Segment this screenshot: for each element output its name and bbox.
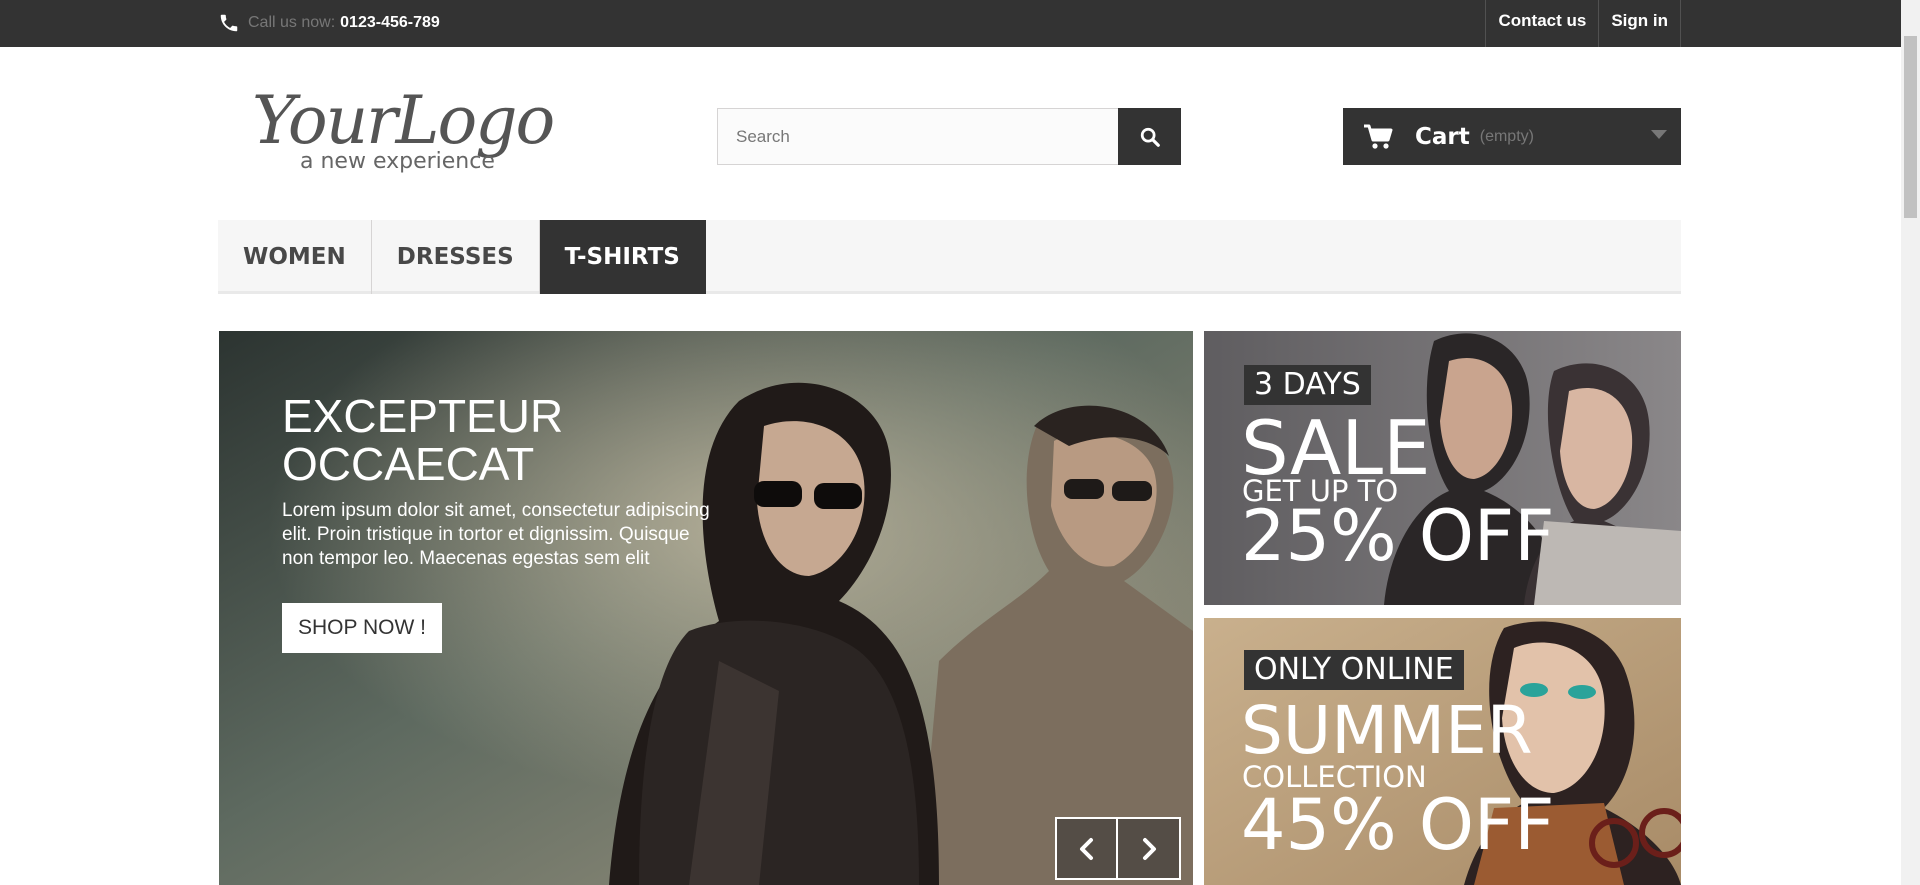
banner2-tag: ONLY ONLINE bbox=[1244, 650, 1464, 690]
chevron-left-icon bbox=[1079, 837, 1093, 860]
logo-image: YourLogo a new experience bbox=[252, 82, 555, 174]
menu-item-t-shirts[interactable]: T-SHIRTS bbox=[539, 220, 706, 294]
slider-prev-button[interactable] bbox=[1055, 817, 1118, 880]
phone-icon bbox=[220, 14, 238, 32]
hero-text: Lorem ipsum dolor sit amet, consectetur … bbox=[282, 500, 710, 570]
search-icon bbox=[1140, 127, 1160, 147]
chevron-right-icon bbox=[1142, 837, 1156, 860]
hero-title-line1: EXCEPTEUR bbox=[282, 390, 564, 442]
contact-us-link[interactable]: Contact us bbox=[1485, 0, 1598, 47]
slider-next-button[interactable] bbox=[1118, 817, 1181, 880]
logo-tagline: a new experience bbox=[300, 149, 495, 174]
search-input[interactable] bbox=[717, 108, 1118, 165]
banner2-headline: SUMMER bbox=[1241, 692, 1533, 769]
hero-slider: EXCEPTEUR OCCAECAT Lorem ipsum dolor sit… bbox=[219, 331, 1193, 885]
page-scrollbar[interactable] bbox=[1901, 0, 1920, 885]
call-us: Call us now: 0123-456-789 bbox=[218, 6, 440, 40]
main-menu: WOMEN DRESSES T-SHIRTS bbox=[218, 220, 1681, 294]
banner1-tag: 3 DAYS bbox=[1244, 365, 1371, 405]
sale-banner[interactable]: 3 DAYS SALE GET UP TO 25% OFF bbox=[1204, 331, 1681, 605]
cart-button[interactable]: Cart (empty) bbox=[1343, 108, 1681, 165]
page: Call us now: 0123-456-789 Contact us Sig… bbox=[0, 0, 1920, 885]
slider-controls bbox=[1055, 817, 1181, 880]
phone-number: 0123-456-789 bbox=[340, 14, 440, 31]
menu-item-women[interactable]: WOMEN bbox=[218, 220, 372, 294]
cart-icon bbox=[1364, 124, 1393, 149]
logo[interactable]: YourLogo a new experience bbox=[248, 75, 608, 180]
shop-now-button[interactable]: SHOP NOW ! bbox=[282, 603, 442, 653]
hero-title: EXCEPTEUR OCCAECAT bbox=[282, 392, 702, 489]
logo-main-text: YourLogo bbox=[252, 82, 553, 159]
hero-title-line2: OCCAECAT bbox=[282, 438, 535, 491]
summer-collection-banner[interactable]: ONLY ONLINE SUMMER COLLECTION 45% OFF bbox=[1204, 618, 1681, 885]
search-button[interactable] bbox=[1118, 108, 1181, 165]
search-form bbox=[717, 108, 1181, 165]
banner2-discount: 45% OFF bbox=[1241, 784, 1555, 866]
cart-state: (empty) bbox=[1479, 127, 1534, 145]
cart-label: Cart bbox=[1415, 123, 1470, 150]
menu-item-dresses[interactable]: DRESSES bbox=[372, 220, 540, 294]
scrollbar-thumb[interactable] bbox=[1904, 36, 1917, 218]
banner1-discount: 25% OFF bbox=[1241, 495, 1555, 577]
chevron-down-icon bbox=[1651, 130, 1667, 139]
top-bar: Call us now: 0123-456-789 Contact us Sig… bbox=[0, 0, 1920, 47]
sign-in-link[interactable]: Sign in bbox=[1598, 0, 1681, 47]
call-label: Call us now: bbox=[248, 14, 336, 31]
top-links: Contact us Sign in bbox=[1485, 0, 1681, 47]
